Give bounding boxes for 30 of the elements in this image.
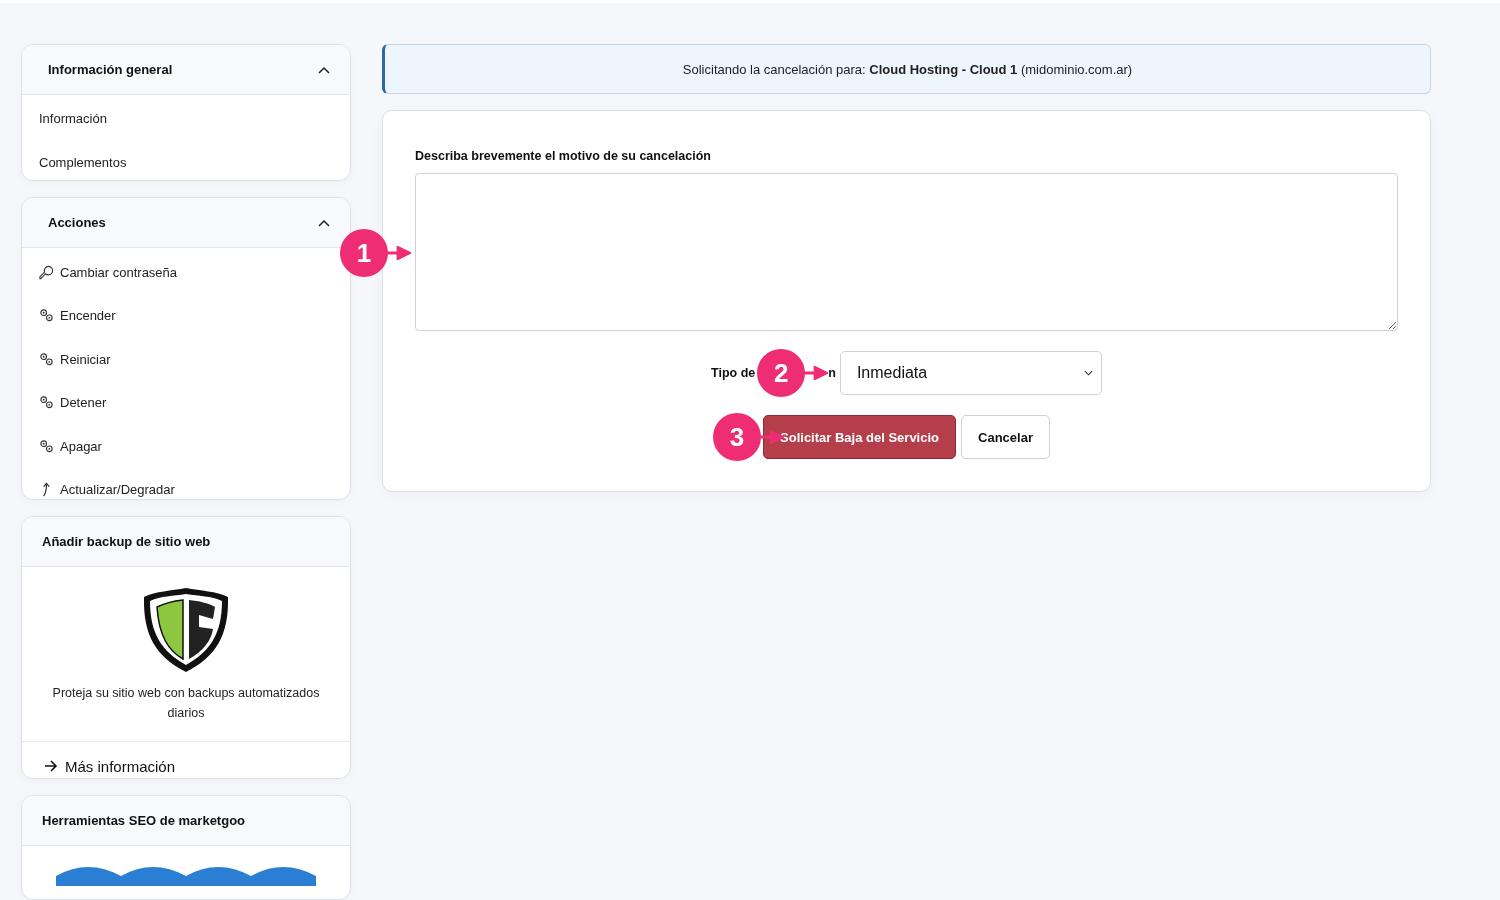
field-label: Describa brevemente el motivo de su cancelación [415,149,712,163]
panel-title: Añadir backup de sitio web [42,533,211,549]
cancel-button[interactable]: Cancelar [961,415,1050,459]
more-info-link[interactable]: Más información [44,757,176,775]
chevron-icon[interactable] [318,218,330,227]
panel-title: Herramientas SEO de marketgoo [42,812,246,828]
gears-icon [39,438,54,454]
sidebar-item[interactable]: Apagar [22,424,119,468]
sidebar-item[interactable]: Información [22,97,124,141]
gears-icon [39,308,54,324]
notice-text: Solicitando la cancelación para: Cloud Hosting - Cloud 1 (midominio.com.ar) [682,61,1133,77]
cancel-type-select[interactable]: Inmediata [839,351,1102,395]
sidebar-item[interactable]: Actualizar/Degradar [22,467,192,499]
sidebar-item[interactable]: Cambiar contraseña [22,250,195,294]
field-label: Tipo de [711,366,756,380]
sidebar-item[interactable]: Encender [22,293,133,338]
sidebar-item[interactable]: Complementos [22,140,144,181]
panel-title: Información general [48,62,173,77]
arrow-right-icon [44,760,58,773]
promo-text: Proteja su sitio web con backups automatizados diarios [51,684,321,722]
field-label: n [828,366,836,380]
sidebar-item[interactable]: Detener [22,380,124,425]
chevron-icon[interactable] [318,65,330,74]
chevron-down-icon [1083,370,1093,376]
gears-icon [39,351,54,367]
sidebar-item[interactable]: Reiniciar [22,337,128,381]
panel-title: Acciones [48,215,106,231]
gears-icon [39,395,54,411]
logo-icon [56,865,316,886]
submit-button[interactable]: Solicitar Baja del Servicio [763,415,956,459]
